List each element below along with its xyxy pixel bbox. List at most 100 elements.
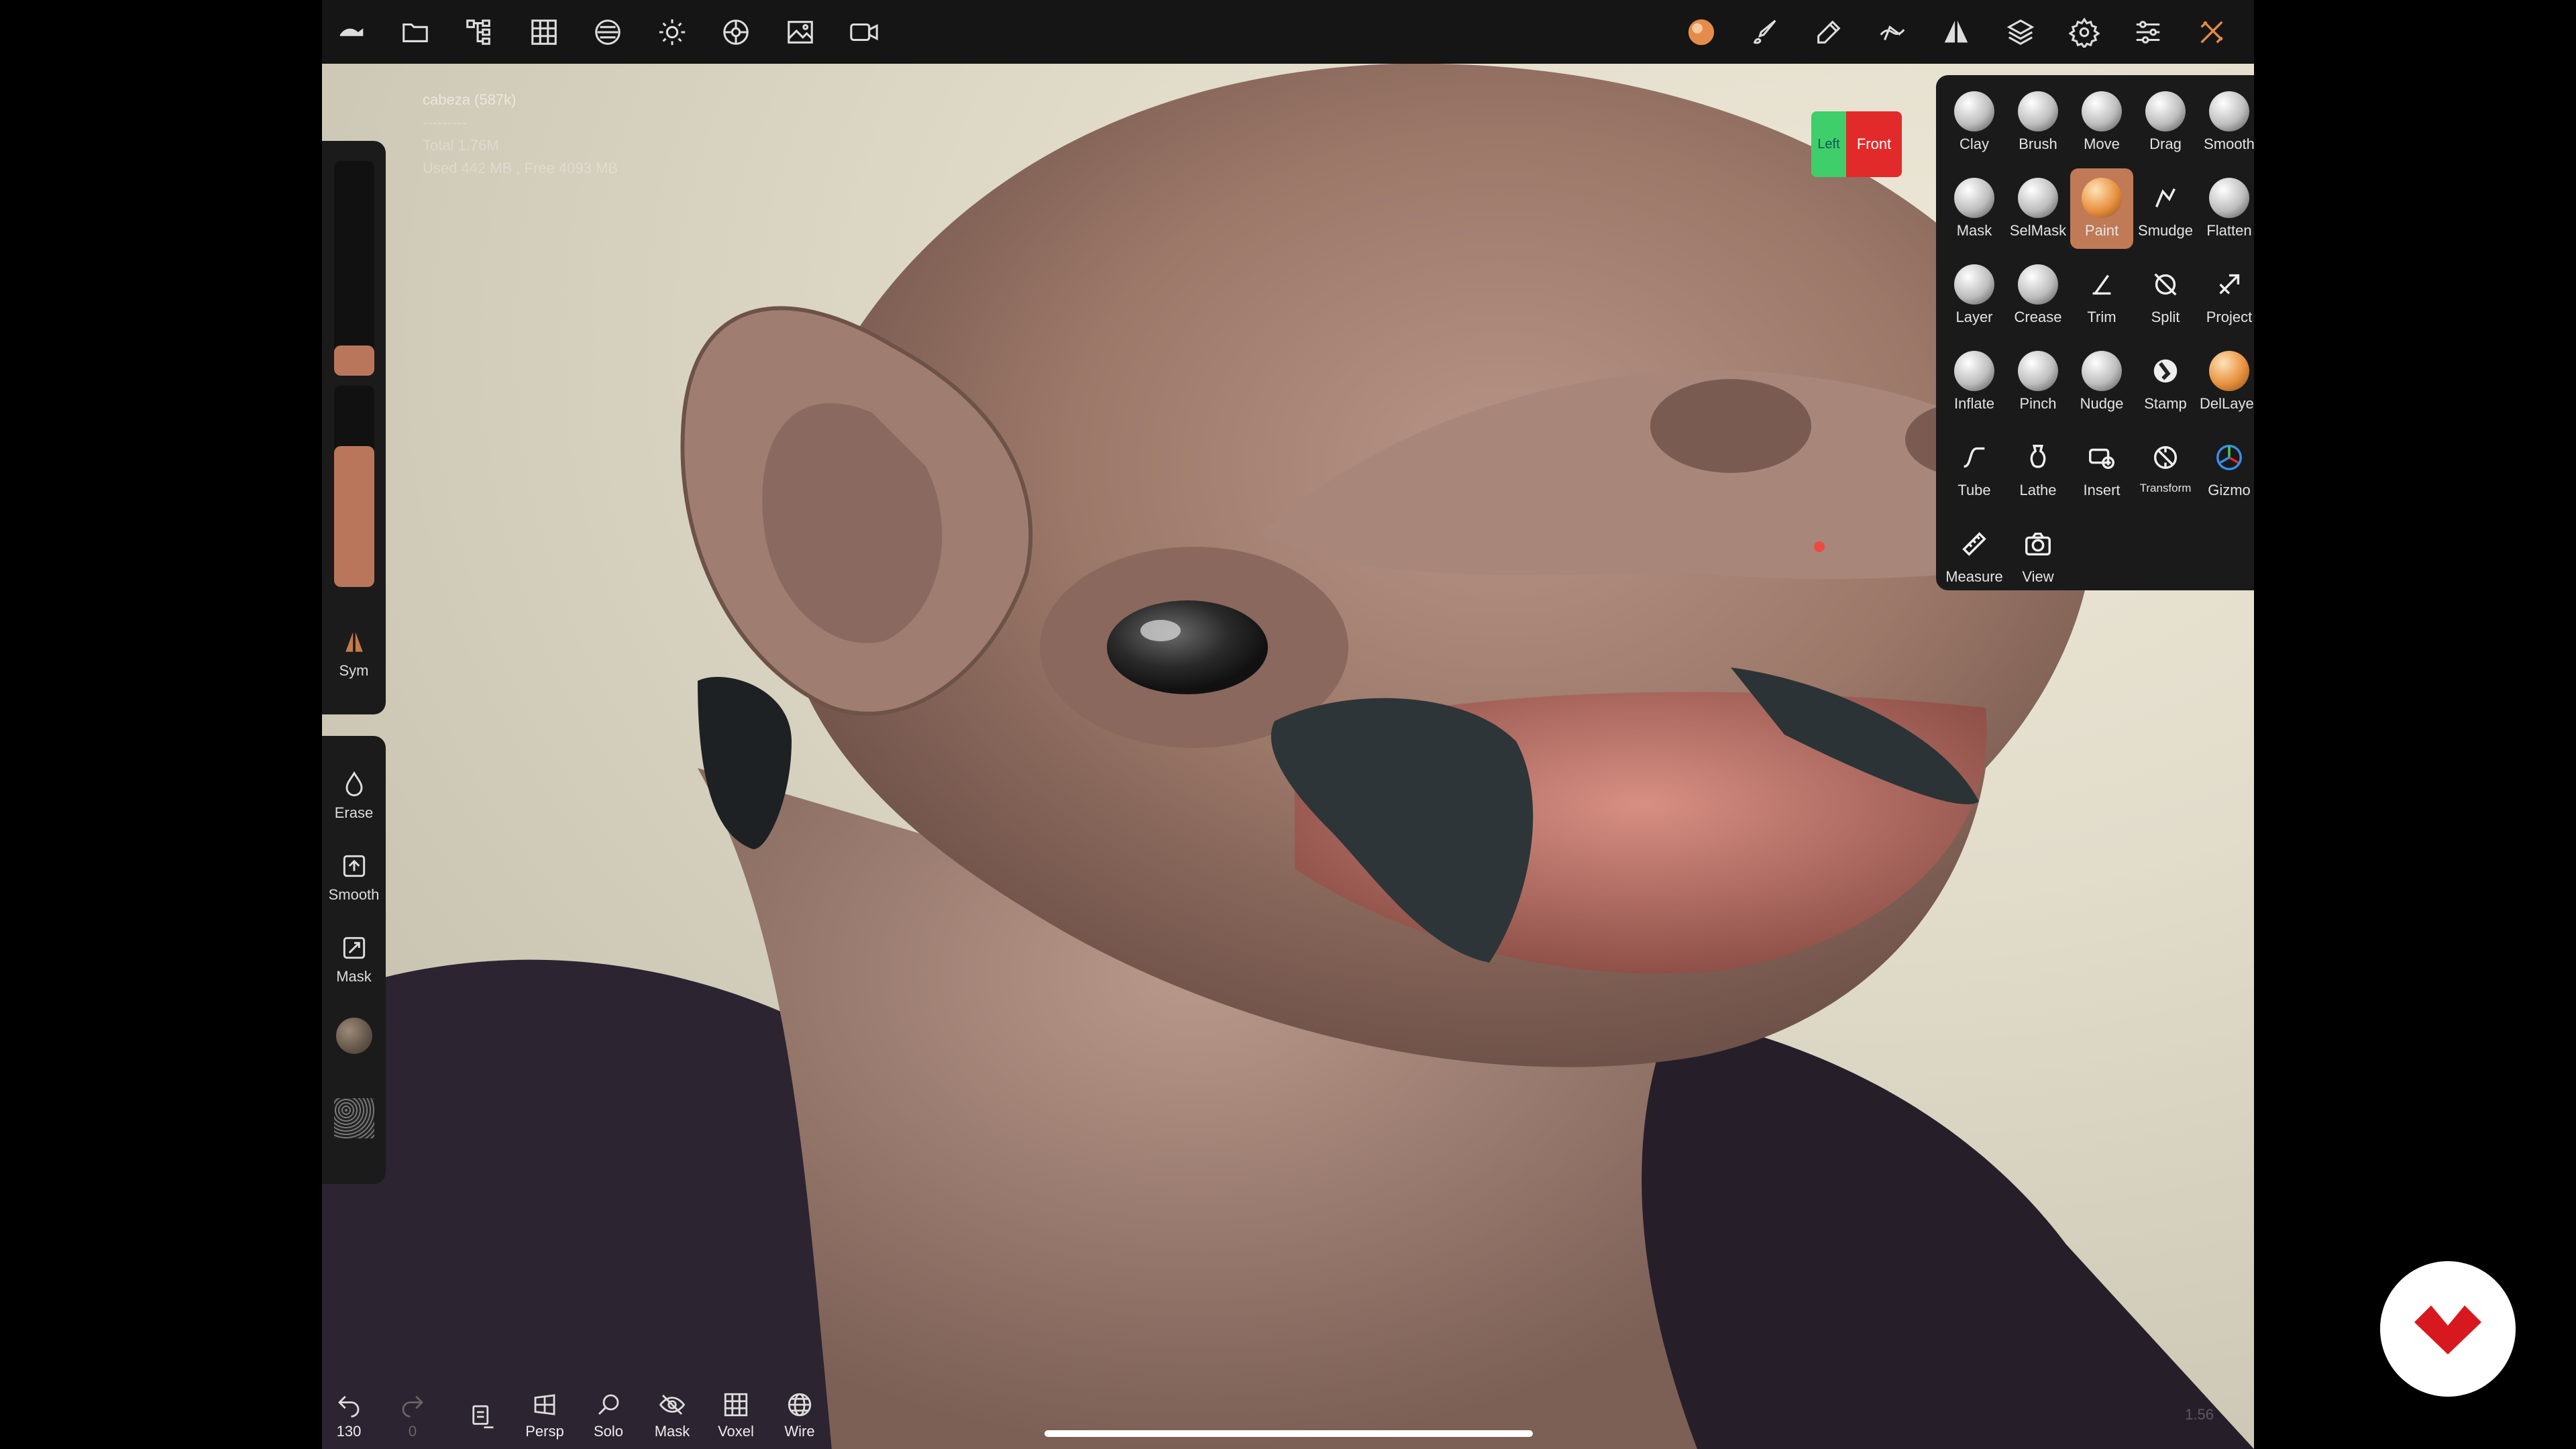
tool-label: Tube (1957, 482, 1991, 498)
tool-layer[interactable]: Layer (1943, 255, 2006, 335)
symmetry-icon[interactable] (1939, 15, 1974, 50)
stamp-icon (2145, 351, 2186, 391)
tool-lathe[interactable]: Lathe (2006, 428, 2070, 508)
sym-button[interactable]: Sym (322, 627, 386, 680)
layers-icon[interactable] (2003, 15, 2038, 50)
tool-gizmo[interactable]: Gizmo (2198, 428, 2254, 508)
tool-clay[interactable]: Clay (1943, 82, 2006, 162)
tool-trim[interactable]: Trim (2070, 255, 2133, 335)
tool-view[interactable]: View (2006, 515, 2070, 595)
sliders-icon[interactable] (2131, 15, 2165, 50)
persp-button[interactable]: Persp (518, 1391, 572, 1440)
left-quick-panel: Erase Smooth Mask (322, 736, 386, 1184)
transform-icon (2145, 437, 2186, 478)
tube-icon (1954, 437, 1994, 478)
voxel-button[interactable]: Voxel (709, 1391, 763, 1440)
tool-label: Inflate (1954, 395, 1994, 412)
project-icon (2209, 264, 2249, 305)
tool-move[interactable]: Move (2070, 82, 2133, 162)
mask-button[interactable]: Mask (322, 933, 386, 985)
home-indicator[interactable] (1044, 1430, 1533, 1437)
lathe-icon (2018, 437, 2058, 478)
tool-label: Trim (2087, 309, 2116, 325)
tool-tube[interactable]: Tube (1943, 428, 2006, 508)
undo-icon (338, 1395, 360, 1417)
radius-slider[interactable] (334, 161, 374, 376)
scene-tree-icon[interactable] (462, 15, 496, 50)
solo-button[interactable]: Solo (582, 1391, 635, 1440)
redo-button[interactable]: 0 (386, 1391, 439, 1440)
brush-material-icon[interactable] (1684, 15, 1719, 50)
tool-nudge[interactable]: Nudge (2070, 341, 2133, 422)
tool-smudge[interactable]: Smudge (2134, 168, 2197, 249)
tool-label: Project (2206, 309, 2253, 325)
tool-stamp[interactable]: Stamp (2134, 341, 2197, 422)
brush-icon[interactable] (1748, 15, 1782, 50)
tool-label: Insert (2083, 482, 2121, 498)
tool-label: Nudge (2080, 395, 2124, 412)
tool-label: Clay (1959, 136, 1989, 152)
tool-selmask[interactable]: SelMask (2006, 168, 2070, 249)
tools-icon[interactable] (2194, 15, 2229, 50)
tool-paint[interactable]: Paint (2070, 168, 2133, 249)
measure-icon (1954, 524, 1994, 564)
solo-label: Solo (593, 1423, 624, 1440)
render-settings-icon[interactable] (718, 15, 753, 50)
tool-inflate[interactable]: Inflate (1943, 341, 2006, 422)
pinch-icon (2018, 351, 2058, 391)
light-icon[interactable] (655, 15, 690, 50)
tool-label: Drag (2149, 136, 2182, 152)
view-cube[interactable]: Left Front (1811, 111, 1902, 177)
tool-dellayer[interactable]: DelLayer (2198, 341, 2254, 422)
tool-flatten[interactable]: Flatten (2198, 168, 2254, 249)
tool-pinch[interactable]: Pinch (2006, 341, 2070, 422)
wire-button[interactable]: Wire (773, 1391, 826, 1440)
video-icon[interactable] (847, 15, 881, 50)
tool-brush[interactable]: Brush (2006, 82, 2070, 162)
tool-label: Flatten (2206, 222, 2252, 239)
smooth-button[interactable]: Smooth (322, 851, 386, 904)
erase-button[interactable]: Erase (322, 769, 386, 822)
grid-icon[interactable] (527, 15, 561, 50)
perspective-icon (534, 1394, 555, 1415)
tool-drag[interactable]: Drag (2134, 82, 2197, 162)
intensity-slider[interactable] (334, 386, 374, 587)
tool-crease[interactable]: Crease (2006, 255, 2070, 335)
insert-icon (2082, 437, 2122, 478)
tool-smooth[interactable]: Smooth (2198, 82, 2254, 162)
material-preview[interactable] (336, 1018, 372, 1054)
gear-icon[interactable] (2067, 15, 2102, 50)
split-icon (2145, 264, 2186, 305)
stroke-icon[interactable] (1875, 15, 1910, 50)
clay-icon (1954, 91, 1994, 131)
undo-button[interactable]: 130 (322, 1391, 376, 1440)
symmetry-icon (345, 632, 363, 652)
redo-icon (402, 1395, 423, 1417)
wireframe-icon (788, 1393, 812, 1417)
eyedropper-icon[interactable] (1811, 15, 1846, 50)
tool-label: Brush (2019, 136, 2057, 152)
tool-mask[interactable]: Mask (1943, 168, 2006, 249)
tool-label: Move (2084, 136, 2120, 152)
tool-transform[interactable]: Transform (2134, 428, 2197, 508)
tool-split[interactable]: Split (2134, 255, 2197, 335)
alpha-texture-preview[interactable] (334, 1098, 374, 1138)
tool-label: Mask (1956, 222, 1992, 239)
material-icon[interactable] (590, 15, 625, 50)
tool-project[interactable]: Project (2198, 255, 2254, 335)
tool-label: Pinch (2019, 395, 2057, 412)
tool-measure[interactable]: Measure (1943, 515, 2006, 595)
tool-label: DelLayer (2199, 395, 2254, 412)
menu-button[interactable] (455, 1403, 508, 1435)
tool-insert[interactable]: Insert (2070, 428, 2133, 508)
mask-icon (1954, 178, 1994, 218)
memory-usage: Used 442 MB , Free 4093 MB (423, 160, 619, 176)
view-cube-left[interactable]: Left (1811, 111, 1846, 177)
voxel-label: Voxel (718, 1423, 754, 1440)
view-cube-front[interactable]: Front (1846, 111, 1902, 177)
folder-icon[interactable] (398, 15, 433, 50)
tool-label: Smudge (2138, 222, 2193, 239)
nomad-logo-icon[interactable] (335, 15, 370, 50)
mask-visibility-button[interactable]: Mask (645, 1391, 699, 1440)
image-icon[interactable] (783, 15, 818, 50)
